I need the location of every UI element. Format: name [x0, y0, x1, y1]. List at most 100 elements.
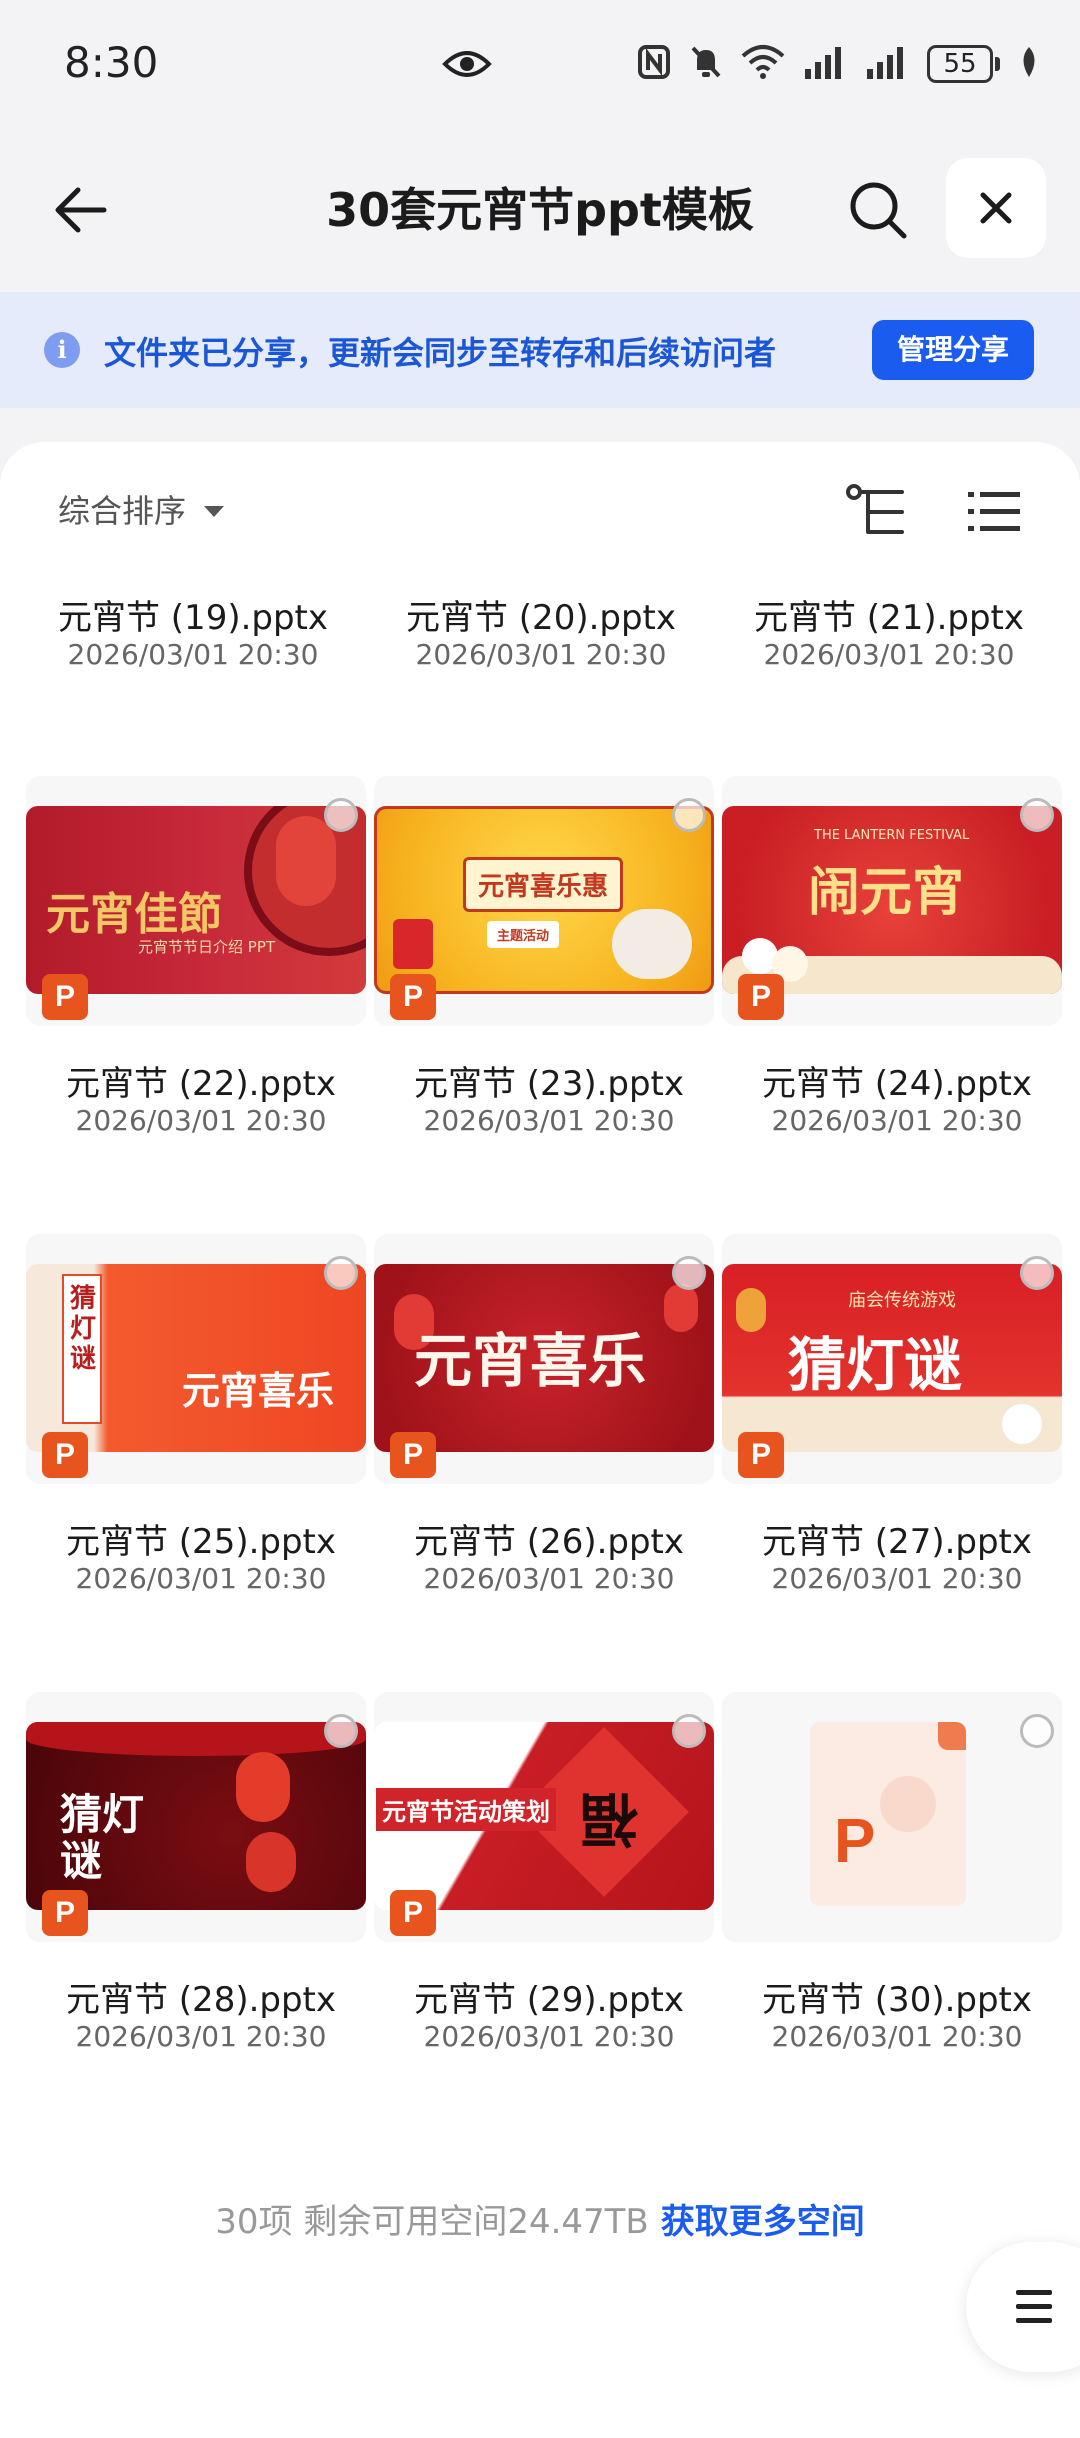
ppt-preview-image: 元宵喜乐惠 主题活动	[374, 806, 714, 994]
thumb-subtitle: 猜灯谜	[70, 1284, 97, 1374]
file-thumbnail: 福 元宵节活动策划 P	[374, 1692, 714, 1942]
select-checkbox[interactable]	[324, 1256, 358, 1290]
status-time: 8:30	[64, 38, 159, 87]
close-button[interactable]	[946, 158, 1046, 258]
mute-bell-icon	[689, 44, 723, 84]
signal-icon	[803, 45, 847, 83]
select-checkbox[interactable]	[1020, 798, 1054, 832]
file-name: 元宵节 (28).pptx	[65, 1980, 337, 2020]
list-view-button[interactable]	[966, 488, 1022, 536]
thumb-title: 猜灯谜	[788, 1331, 963, 1399]
sort-label: 综合排序	[58, 492, 187, 530]
leaf-icon	[1018, 45, 1040, 83]
storage-summary: 30项 剩余可用空间24.47TB 获取更多空间	[0, 2194, 1080, 2243]
select-checkbox[interactable]	[324, 1714, 358, 1748]
select-checkbox[interactable]	[1020, 1256, 1054, 1290]
file-name: 元宵节 (30).pptx	[761, 1980, 1033, 2020]
file-date: 2026/03/01 20:30	[771, 1562, 1023, 1595]
file-name: 元宵节 (24).pptx	[761, 1064, 1033, 1104]
eye-icon	[442, 48, 492, 84]
select-checkbox[interactable]	[324, 798, 358, 832]
file-date: 2026/03/01 20:30	[67, 638, 319, 671]
search-button[interactable]	[838, 170, 918, 250]
file-name: 元宵节 (25).pptx	[65, 1522, 337, 1562]
ppt-preview-image: THE LANTERN FESTIVAL 闹元宵	[722, 806, 1062, 994]
thumb-subtitle: 福	[580, 1785, 639, 1853]
file-thumbnail: 元宵佳節 元宵节节日介绍 PPT P	[26, 776, 366, 1026]
ppt-file-icon: P	[738, 1432, 784, 1478]
sort-dropdown[interactable]: 综合排序	[58, 486, 225, 532]
file-thumbnail: 庙会传统游戏 猜灯谜 P	[722, 1234, 1062, 1484]
status-icons: 55	[637, 44, 1040, 84]
ppt-preview-image: 元宵佳節 元宵节节日介绍 PPT	[26, 806, 366, 994]
share-banner: i 文件夹已分享，更新会同步至转存和后续访问者 管理分享	[0, 292, 1080, 408]
ppt-file-icon: P	[390, 974, 436, 1020]
header: 30套元宵节ppt模板	[0, 140, 1080, 290]
caret-down-icon	[204, 505, 225, 517]
battery-level: 55	[927, 45, 993, 83]
file-name: 元宵节 (23).pptx	[413, 1064, 685, 1104]
tree-view-button[interactable]	[846, 484, 906, 540]
ppt-file-icon: P	[390, 1432, 436, 1478]
ppt-preview-image: 元宵喜乐	[374, 1264, 714, 1452]
tree-icon	[846, 484, 904, 534]
select-checkbox[interactable]	[1020, 1714, 1054, 1748]
close-icon	[980, 192, 1012, 224]
ppt-preview-image: 庙会传统游戏 猜灯谜	[722, 1264, 1062, 1452]
file-date: 2026/03/01 20:30	[75, 1104, 327, 1137]
file-date: 2026/03/01 20:30	[415, 638, 667, 671]
wifi-icon	[741, 44, 785, 84]
thumb-title: 猜灯谜	[60, 1790, 145, 1885]
ppt-preview-image: 福 元宵节活动策划	[374, 1722, 714, 1910]
file-thumbnail: THE LANTERN FESTIVAL 闹元宵 P	[722, 776, 1062, 1026]
share-banner-text: 文件夹已分享，更新会同步至转存和后续访问者	[104, 334, 777, 372]
get-more-space-link[interactable]: 获取更多空间	[661, 2202, 865, 2242]
file-date: 2026/03/01 20:30	[423, 1104, 675, 1137]
file-date: 2026/03/01 20:30	[75, 1562, 327, 1595]
ppt-preview-image: 猜灯谜 元宵喜乐	[26, 1264, 366, 1452]
file-date: 2026/03/01 20:30	[423, 1562, 675, 1595]
file-name: 元宵节 (27).pptx	[761, 1522, 1033, 1562]
nfc-icon	[637, 44, 671, 84]
status-bar: 8:30 55	[0, 0, 1080, 140]
ppt-file-icon: P	[390, 1890, 436, 1936]
file-name: 元宵节 (29).pptx	[413, 1980, 685, 2020]
thumb-title: 闹元宵	[808, 862, 965, 923]
file-name: 元宵节 (26).pptx	[413, 1522, 685, 1562]
list-icon	[968, 492, 1020, 531]
file-thumbnail: 猜灯谜 元宵喜乐 P	[26, 1234, 366, 1484]
manage-share-button[interactable]: 管理分享	[872, 320, 1034, 380]
thumb-title: 元宵节活动策划	[376, 1788, 556, 1831]
file-date: 2026/03/01 20:30	[75, 2020, 327, 2053]
file-thumbnail: 元宵喜乐惠 主题活动 P	[374, 776, 714, 1026]
page-title: 30套元宵节ppt模板	[326, 183, 754, 237]
ppt-preview-image: 猜灯谜	[26, 1722, 366, 1910]
ppt-file-icon: P	[738, 974, 784, 1020]
thumb-title: 元宵佳節	[46, 889, 222, 940]
select-checkbox[interactable]	[672, 798, 706, 832]
file-name: 元宵节 (20).pptx	[405, 598, 677, 638]
menu-button[interactable]	[966, 2242, 1080, 2372]
thumb-subtitle: 主题活动	[487, 921, 560, 948]
file-name: 元宵节 (19).pptx	[57, 598, 329, 638]
ppt-generic-icon: P	[810, 1722, 966, 1906]
signal-icon-2	[865, 45, 909, 83]
file-date: 2026/03/01 20:30	[771, 1104, 1023, 1137]
file-date: 2026/03/01 20:30	[771, 2020, 1023, 2053]
file-date: 2026/03/01 20:30	[763, 638, 1015, 671]
select-checkbox[interactable]	[672, 1256, 706, 1290]
storage-text: 30项 剩余可用空间24.47TB	[215, 2202, 649, 2242]
select-checkbox[interactable]	[672, 1714, 706, 1748]
file-thumbnail: 元宵喜乐 P	[374, 1234, 714, 1484]
info-icon: i	[44, 332, 80, 368]
file-date: 2026/03/01 20:30	[423, 2020, 675, 2053]
file-thumbnail: P	[722, 1692, 1062, 1942]
battery-icon: 55	[927, 45, 1000, 83]
ppt-file-icon: P	[42, 974, 88, 1020]
thumb-subtitle: 庙会传统游戏	[848, 1290, 956, 1311]
thumb-title: 元宵喜乐惠	[463, 857, 624, 912]
file-list-panel: 综合排序 元宵节 (19).pptx 2026/03/01 20:30 元宵节 …	[0, 442, 1080, 2438]
thumb-subtitle: THE LANTERN FESTIVAL	[814, 828, 970, 843]
search-icon	[850, 182, 907, 239]
menu-icon	[1016, 2290, 1052, 2332]
